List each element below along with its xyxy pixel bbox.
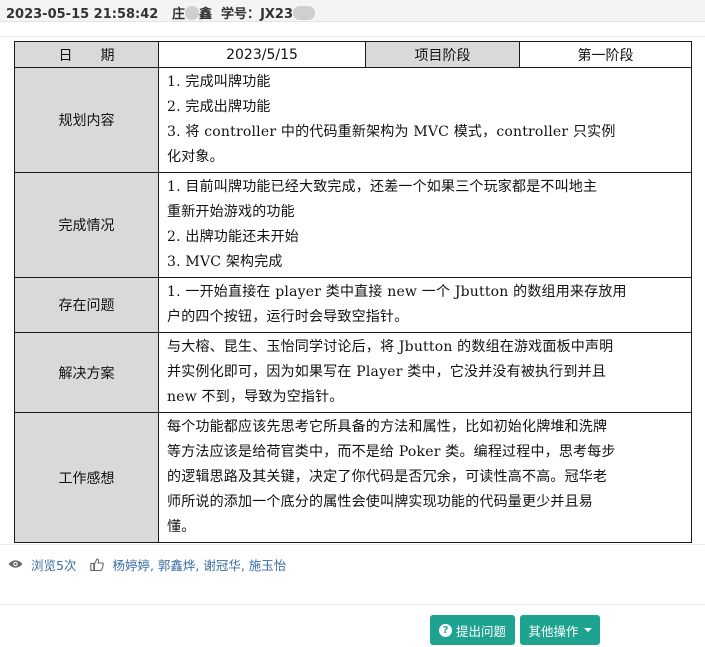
row-label-progress: 完成情况 bbox=[14, 172, 159, 278]
likers-list[interactable]: 杨婷婷, 郭鑫烨, 谢冠华, 施玉怡 bbox=[112, 555, 286, 574]
eye-icon bbox=[8, 559, 23, 569]
post-meta: 浏览5次 杨婷婷, 郭鑫烨, 谢冠华, 施玉怡 bbox=[8, 554, 286, 574]
ask-question-button[interactable]: ? 提出问题 bbox=[430, 615, 515, 645]
author-name-suffix: 鑫 bbox=[198, 7, 212, 22]
ask-question-label: 提出问题 bbox=[455, 623, 506, 639]
row-label-plan: 规划内容 bbox=[14, 67, 159, 173]
student-id-label: 学号： bbox=[221, 7, 261, 22]
student-id-value: JX23 bbox=[260, 7, 294, 22]
divider bbox=[0, 604, 705, 605]
stage-value: 第一阶段 bbox=[519, 41, 692, 68]
author-name-prefix: 庄 bbox=[171, 7, 185, 22]
redaction-blur bbox=[293, 6, 316, 20]
table-row: 解决方案 与大榕、昆生、玉怡同学讨论后，将 Jbutton 的数组在游戏面板中声… bbox=[14, 332, 692, 413]
view-count-link[interactable]: 浏览5次 bbox=[31, 555, 76, 574]
header-bar: 2023-05-15 21:58:42 庄鑫 学号：JX23 bbox=[0, 0, 705, 22]
divider bbox=[0, 544, 705, 545]
row-content-reflection: 每个功能都应该先思考它所具备的方法和属性，比如初始化牌堆和洗牌 等方法应该是给荷… bbox=[158, 412, 692, 543]
stage-label: 项目阶段 bbox=[365, 41, 520, 68]
table-row: 完成情况 1. 目前叫牌功能已经大致完成，还差一个如果三个玩家都是不叫地主 重新… bbox=[14, 172, 692, 278]
table-row: 规划内容 1. 完成叫牌功能 2. 完成出牌功能 3. 将 controller… bbox=[14, 67, 692, 173]
caret-down-icon bbox=[583, 628, 592, 632]
row-label-solution: 解决方案 bbox=[14, 332, 159, 413]
question-circle-icon: ? bbox=[438, 623, 452, 637]
other-actions-label: 其他操作 bbox=[528, 623, 579, 639]
row-label-issues: 存在问题 bbox=[14, 277, 159, 333]
header-datetime: 2023-05-15 21:58:42 bbox=[6, 7, 159, 22]
row-content-progress: 1. 目前叫牌功能已经大致完成，还差一个如果三个玩家都是不叫地主 重新开始游戏的… bbox=[158, 172, 692, 278]
date-value: 2023/5/15 bbox=[158, 41, 366, 68]
header-info: 2023-05-15 21:58:42 庄鑫 学号：JX23 bbox=[6, 3, 316, 22]
table-row-date: 日 期 2023/5/15 项目阶段 第一阶段 bbox=[14, 41, 692, 68]
other-actions-dropdown[interactable]: 其他操作 bbox=[520, 615, 600, 645]
table-row: 工作感想 每个功能都应该先思考它所具备的方法和属性，比如初始化牌堆和洗牌 等方法… bbox=[14, 412, 692, 543]
table-row: 存在问题 1. 一开始直接在 player 类中直接 new 一个 Jbutto… bbox=[14, 277, 692, 333]
row-content-solution: 与大榕、昆生、玉怡同学讨论后，将 Jbutton 的数组在游戏面板中声明 并实例… bbox=[158, 332, 692, 413]
date-label: 日 期 bbox=[14, 41, 159, 68]
row-label-reflection: 工作感想 bbox=[14, 412, 159, 543]
row-content-issues: 1. 一开始直接在 player 类中直接 new 一个 Jbutton 的数组… bbox=[158, 277, 692, 333]
row-content-plan: 1. 完成叫牌功能 2. 完成出牌功能 3. 将 controller 中的代码… bbox=[158, 67, 692, 173]
thumbs-up-icon[interactable] bbox=[90, 557, 105, 571]
journal-table: 日 期 2023/5/15 项目阶段 第一阶段 规划内容 1. 完成叫牌功能 2… bbox=[14, 41, 692, 543]
redaction-blur bbox=[184, 6, 199, 20]
divider bbox=[0, 36, 705, 37]
